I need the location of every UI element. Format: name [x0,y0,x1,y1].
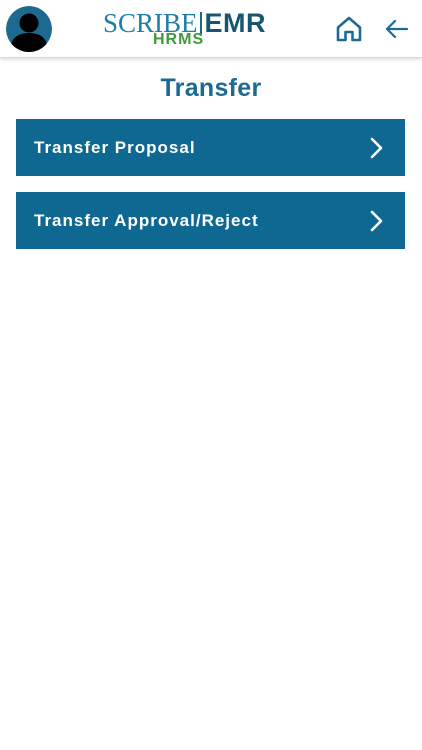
menu-item-label: Transfer Approval/Reject [34,211,259,230]
app-screen: SCRIBE EMR HRMS Transfer Transfer Proposa… [0,0,422,750]
chevron-right-icon [365,136,387,160]
transfer-approval-reject-button[interactable]: Transfer Approval/Reject [16,192,405,249]
user-avatar-icon[interactable] [6,6,52,52]
transfer-proposal-button[interactable]: Transfer Proposal [16,119,405,176]
page-title: Transfer [160,74,262,102]
logo-subtitle: HRMS [153,31,205,48]
logo-product: EMR [204,8,267,38]
top-header: SCRIBE EMR HRMS [0,0,422,58]
back-arrow-icon[interactable] [384,16,410,42]
chevron-right-icon [365,209,387,233]
home-icon[interactable] [334,14,364,44]
scribe-emr-logo: SCRIBE EMR HRMS [103,8,279,50]
menu-item-label: Transfer Proposal [34,138,196,157]
